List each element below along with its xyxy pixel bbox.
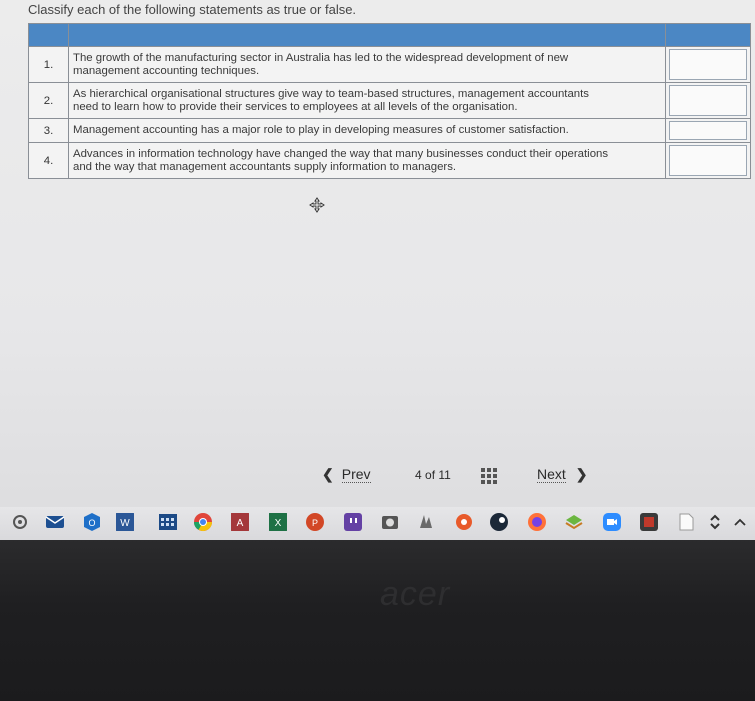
svg-text:X: X <box>275 518 282 529</box>
taskbar: O W A X P <box>0 507 755 540</box>
statement-line: As hierarchical organisational structure… <box>73 87 589 100</box>
next-label: Next <box>537 466 566 483</box>
twitch-icon[interactable] <box>343 512 363 532</box>
app-icon[interactable] <box>639 512 659 532</box>
answer-cell[interactable] <box>665 46 751 83</box>
statement-text: Advances in information technology have … <box>68 142 666 179</box>
answer-dropdown[interactable] <box>669 145 747 176</box>
total-pages: 11 <box>438 468 451 482</box>
page-of: of <box>425 468 436 482</box>
answer-cell[interactable] <box>665 142 751 179</box>
header-answer-cell <box>665 23 751 47</box>
tray-up-icon[interactable] <box>730 512 750 532</box>
svg-text:O: O <box>88 518 95 528</box>
chrome-icon[interactable] <box>193 512 213 532</box>
answer-dropdown[interactable] <box>669 121 747 140</box>
statements-table: 1. The growth of the manufacturing secto… <box>28 23 751 179</box>
row-number: 1. <box>28 46 69 83</box>
camera-icon[interactable] <box>380 512 400 532</box>
statement-line: need to learn how to provide their servi… <box>73 100 518 113</box>
answer-dropdown[interactable] <box>669 85 747 116</box>
statement-text: Management accounting has a major role t… <box>68 118 666 143</box>
grid-icon[interactable] <box>481 468 498 485</box>
outlook-icon[interactable]: O <box>82 512 102 532</box>
calendar-icon[interactable] <box>158 512 178 532</box>
row-number: 2. <box>28 82 69 119</box>
mail-icon[interactable] <box>45 512 65 532</box>
chevron-left-icon: ❮ <box>322 466 334 482</box>
answer-cell[interactable] <box>665 82 751 119</box>
answer-cell[interactable] <box>665 118 751 143</box>
statement-line: Advances in information technology have … <box>73 147 609 160</box>
svg-text:P: P <box>312 518 318 528</box>
table-row: 2. As hierarchical organisational struct… <box>28 82 751 119</box>
answer-dropdown[interactable] <box>669 49 747 80</box>
svg-text:A: A <box>237 518 244 529</box>
steam-icon[interactable] <box>489 512 509 532</box>
word-icon[interactable]: W <box>115 512 135 532</box>
prev-button[interactable]: ❮ Prev <box>322 466 371 483</box>
statement-line: Management accounting has a major role t… <box>73 124 569 136</box>
header-num-cell <box>28 23 69 47</box>
screen: Classify each of the following statement… <box>0 0 755 540</box>
prev-label: Prev <box>341 466 371 483</box>
hand-icon[interactable] <box>416 512 436 532</box>
pagination: ❮ Prev 4 of 11 Next ❯ <box>0 466 755 488</box>
excel-icon[interactable]: X <box>268 512 288 532</box>
row-number: 4. <box>28 142 69 179</box>
move-cursor-icon <box>309 197 325 213</box>
statement-line: management accounting techniques. <box>73 64 260 77</box>
powerpoint-icon[interactable]: P <box>305 512 325 532</box>
page-count: 4 of 11 <box>415 468 451 482</box>
laptop-bezel <box>0 540 755 701</box>
brand-logo: acer <box>380 575 451 613</box>
document-icon[interactable] <box>676 512 696 532</box>
table-header-row <box>28 23 751 47</box>
statement-text: As hierarchical organisational structure… <box>68 82 666 119</box>
layers-icon[interactable] <box>564 512 584 532</box>
chevron-updown-icon[interactable] <box>705 512 725 532</box>
row-number: 3. <box>28 118 69 143</box>
instruction-text: Classify each of the following statement… <box>28 2 357 17</box>
header-statement-cell <box>68 23 666 47</box>
next-button[interactable]: Next ❯ <box>537 466 588 483</box>
table-row: 1. The growth of the manufacturing secto… <box>28 46 751 83</box>
zoom-icon[interactable] <box>602 512 622 532</box>
table-row: 3. Management accounting has a major rol… <box>28 118 751 143</box>
access-icon[interactable]: A <box>230 512 250 532</box>
statement-text: The growth of the manufacturing sector i… <box>68 46 666 83</box>
current-page: 4 <box>415 468 422 482</box>
settings-icon[interactable] <box>10 512 30 532</box>
table-row: 4. Advances in information technology ha… <box>28 142 751 179</box>
statement-line: The growth of the manufacturing sector i… <box>73 51 569 64</box>
statement-line: and the way that management accountants … <box>73 160 457 173</box>
firefox-icon[interactable] <box>527 512 547 532</box>
chevron-right-icon: ❯ <box>575 466 588 482</box>
red-circle-icon[interactable] <box>454 512 474 532</box>
svg-text:W: W <box>120 518 130 529</box>
